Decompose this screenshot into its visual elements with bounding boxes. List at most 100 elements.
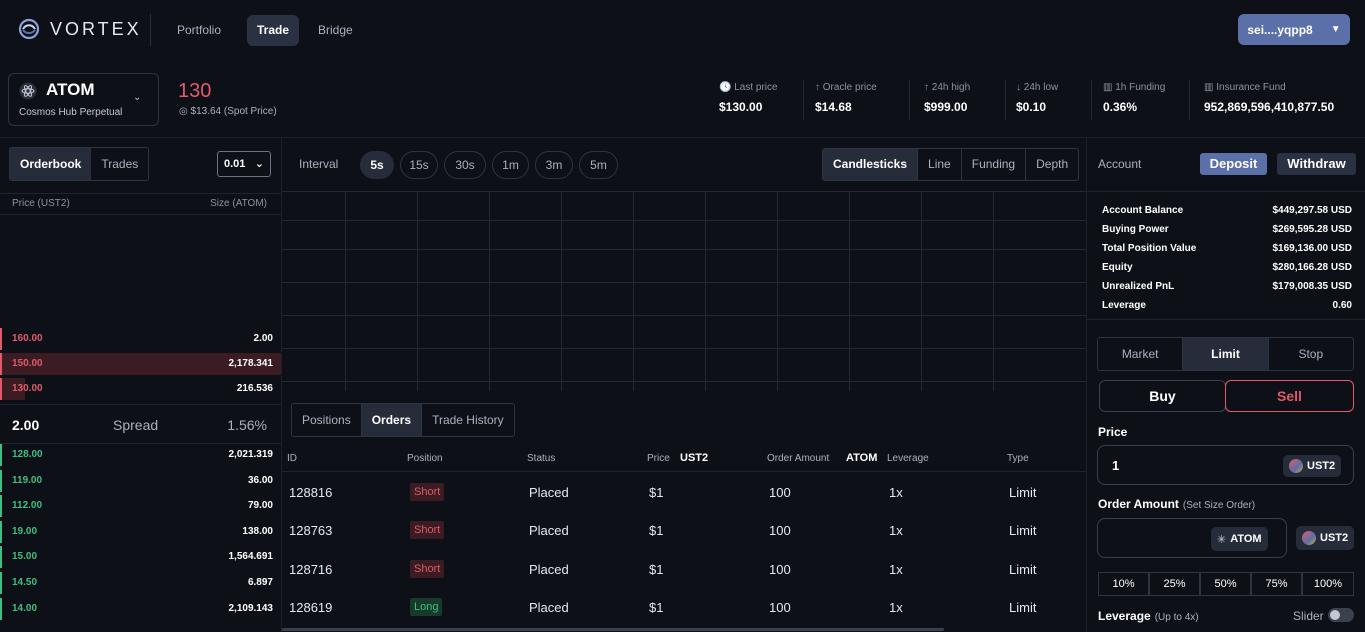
- bid-row[interactable]: 119.00 36.00: [0, 470, 281, 492]
- percent-100-button[interactable]: 100%: [1302, 572, 1354, 596]
- order-price: $1: [649, 523, 664, 538]
- stat-divider: [1189, 80, 1190, 120]
- percent-50-button[interactable]: 50%: [1200, 572, 1251, 596]
- interval-30s[interactable]: 30s: [444, 151, 486, 179]
- table-row[interactable]: 128763 Short Placed $1 100 1x Limit: [282, 512, 1086, 550]
- interval-label: Interval: [299, 157, 339, 171]
- order-amount: 100: [769, 600, 791, 615]
- bid-row[interactable]: 14.50 6.897: [0, 572, 281, 594]
- col-leverage: Leverage: [887, 453, 929, 464]
- order-id: 128763: [289, 523, 333, 538]
- tab-funding[interactable]: Funding: [960, 149, 1025, 180]
- brand-logo[interactable]: VORTEX: [18, 18, 142, 40]
- order-type: Limit: [1009, 562, 1037, 577]
- order-type: Limit: [1009, 523, 1037, 538]
- bid-price: 15.00: [12, 551, 38, 562]
- buy-button[interactable]: Buy: [1099, 380, 1226, 412]
- mark-price: 130: [178, 80, 212, 102]
- account-key: Equity: [1102, 262, 1133, 273]
- tab-market[interactable]: Market: [1098, 338, 1182, 370]
- horizontal-scrollbar[interactable]: [282, 628, 944, 631]
- tab-positions[interactable]: Positions: [292, 404, 361, 436]
- bid-row[interactable]: 128.00 2,021.319: [0, 444, 281, 466]
- order-id: 128619: [289, 600, 333, 615]
- nav-trade[interactable]: Trade: [247, 15, 300, 46]
- price-input[interactable]: 1 UST2: [1097, 445, 1354, 485]
- table-row[interactable]: 128619 Long Placed $1 100 1x Limit: [282, 589, 1086, 627]
- tab-line[interactable]: Line: [917, 149, 961, 180]
- order-leverage: 1x: [889, 562, 903, 577]
- nav-portfolio[interactable]: Portfolio: [167, 15, 231, 46]
- quote-token-toggle[interactable]: UST2: [1296, 526, 1355, 550]
- spread-label: Spread: [113, 417, 159, 433]
- tick-size-select[interactable]: 0.01 ⌄: [217, 151, 271, 177]
- account-value: $449,297.58 USD: [1272, 205, 1352, 216]
- ask-row[interactable]: 160.00 2.00: [0, 328, 281, 350]
- chevron-down-icon: ▼: [1330, 24, 1341, 35]
- bid-row[interactable]: 19.00 138.00: [0, 521, 281, 543]
- withdraw-button[interactable]: Withdraw: [1277, 153, 1356, 175]
- orderbook-header: Price (UST2) Size (ATOM): [0, 193, 281, 215]
- spot-price: ◎ $13.64 (Spot Price): [179, 106, 277, 117]
- percent-25-button[interactable]: 25%: [1149, 572, 1200, 596]
- tab-limit[interactable]: Limit: [1182, 338, 1268, 370]
- tab-depth[interactable]: Depth: [1025, 149, 1078, 180]
- bid-size: 2,109.143: [228, 603, 274, 614]
- bid-row[interactable]: 15.00 1,564.691: [0, 546, 281, 568]
- table-row[interactable]: 128716 Short Placed $1 100 1x Limit: [282, 551, 1086, 589]
- order-price: $1: [649, 485, 664, 500]
- position-badge: Short: [410, 560, 445, 578]
- col-amount-unit: ATOM: [846, 452, 878, 464]
- tab-stop[interactable]: Stop: [1267, 338, 1353, 370]
- bid-row[interactable]: 112.00 79.00: [0, 495, 281, 517]
- col-position: Position: [407, 453, 443, 464]
- interval-1m[interactable]: 1m: [492, 151, 529, 179]
- sell-button[interactable]: Sell: [1225, 380, 1354, 412]
- stat-value: $14.68: [815, 100, 852, 114]
- market-name: Cosmos Hub Perpetual: [19, 107, 123, 118]
- stat-label: Oracle price: [822, 82, 877, 93]
- bid-price: 119.00: [12, 475, 43, 486]
- tab-orderbook[interactable]: Orderbook: [10, 148, 92, 180]
- quote-token: UST2: [1307, 460, 1336, 472]
- nav-bridge[interactable]: Bridge: [308, 15, 363, 46]
- percent-75-button[interactable]: 75%: [1251, 572, 1302, 596]
- account-value: $280,166.28 USD: [1272, 262, 1352, 273]
- bid-edge: [0, 572, 2, 594]
- stat-value: 952,869,596,410,877.50: [1204, 100, 1335, 114]
- bid-price: 14.50: [12, 577, 38, 588]
- order-amount-input[interactable]: ✳ ATOM: [1097, 518, 1287, 558]
- interval-5s[interactable]: 5s: [360, 151, 394, 179]
- stat-24h-low: ↓ 24h low $0.10: [1016, 82, 1058, 114]
- bid-edge: [0, 495, 2, 517]
- ask-edge: [0, 378, 2, 400]
- ask-edge: [0, 328, 2, 350]
- percent-10-button[interactable]: 10%: [1098, 572, 1149, 596]
- chevron-down-icon: ⌄: [254, 158, 264, 170]
- tab-trades[interactable]: Trades: [91, 148, 148, 180]
- ask-row[interactable]: 150.00 2,178.341: [0, 353, 281, 375]
- tab-trade-history[interactable]: Trade History: [421, 404, 514, 436]
- ask-size: 216.536: [236, 383, 273, 394]
- account-value: $169,136.00 USD: [1272, 243, 1352, 254]
- order-amount-hint: (Set Size Order): [1182, 500, 1256, 511]
- tick-size-value: 0.01: [224, 158, 246, 170]
- interval-15s[interactable]: 15s: [400, 151, 438, 179]
- order-type: Limit: [1009, 600, 1037, 615]
- interval-3m[interactable]: 3m: [535, 151, 573, 179]
- price-chart[interactable]: [282, 191, 1086, 391]
- ust2-token-icon: [1302, 531, 1316, 545]
- tab-candlesticks[interactable]: Candlesticks: [823, 149, 918, 180]
- nav-divider: [150, 14, 151, 46]
- tab-orders[interactable]: Orders: [360, 404, 422, 436]
- interval-5m[interactable]: 5m: [579, 151, 618, 179]
- bid-edge: [0, 444, 2, 466]
- account-key: Leverage: [1102, 300, 1146, 311]
- deposit-button[interactable]: Deposit: [1200, 153, 1267, 175]
- wallet-button[interactable]: sei....yqpp8 ▼: [1238, 14, 1350, 45]
- order-amount-text: Order Amount: [1098, 497, 1179, 511]
- wallet-address: sei....yqpp8: [1247, 22, 1313, 37]
- bid-row[interactable]: 14.00 2,109.143: [0, 598, 281, 620]
- ask-row[interactable]: 130.00 216.536: [0, 378, 281, 400]
- table-row[interactable]: 128816 Short Placed $1 100 1x Limit: [282, 474, 1086, 512]
